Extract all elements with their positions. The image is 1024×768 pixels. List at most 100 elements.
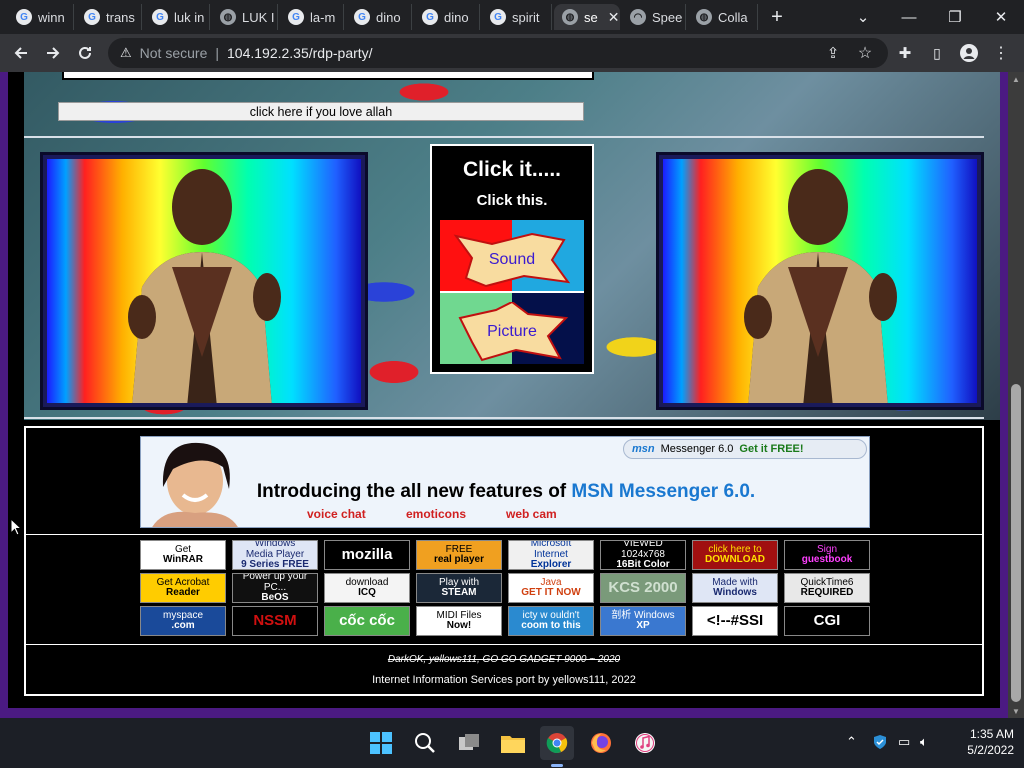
scroll-up-arrow-icon[interactable]: ▲ [1008, 72, 1024, 86]
tab-search-dropdown[interactable]: ⌄ [840, 0, 886, 34]
url-text[interactable]: 104.192.2.35/rdp-party/ [227, 45, 373, 61]
tab-label: luk in [174, 9, 205, 25]
windows-start-icon[interactable] [364, 726, 398, 760]
divider-top [24, 136, 984, 138]
web-badge[interactable]: FREE real player [416, 540, 502, 570]
web-badge[interactable]: <!--#SSI [692, 606, 778, 636]
web-badge[interactable]: myspace .com [140, 606, 226, 636]
badge-text: CGI [813, 612, 841, 630]
web-badge[interactable]: Get WinRAR [140, 540, 226, 570]
browser-tab[interactable]: ◍ Colla [688, 4, 758, 30]
security-shield-icon[interactable] [872, 734, 888, 753]
badge-text: XP [636, 620, 650, 631]
page-scrollbar[interactable]: ▲ ▼ [1008, 72, 1024, 718]
browser-tab[interactable]: ◠ Spee [622, 4, 686, 30]
web-badge[interactable]: Power up your PC... BeOS [232, 573, 318, 603]
web-badge[interactable]: MIDI Files Now! [416, 606, 502, 636]
browser-tab[interactable]: Gwinn [8, 4, 74, 30]
footer-divider-2 [26, 644, 982, 645]
browser-tab[interactable]: Gspirit [482, 4, 552, 30]
forward-button[interactable] [40, 40, 66, 66]
browser-tab[interactable]: Gla-m [280, 4, 344, 30]
browser-tab[interactable]: Gdino [346, 4, 412, 30]
bookmark-star-icon[interactable]: ☆ [852, 40, 878, 66]
credit-line-current: Internet Information Services port by ye… [372, 674, 636, 686]
web-badge[interactable]: Sign guestbook [784, 540, 870, 570]
browser-tab[interactable]: Gdino [414, 4, 480, 30]
taskbar-clock[interactable]: 1:35 AM 5/2/2022 [944, 726, 1014, 758]
task-view-icon[interactable] [452, 726, 486, 760]
msn-link-web-cam[interactable]: web cam [506, 507, 557, 521]
web-badge[interactable]: QuickTime6 REQUIRED [784, 573, 870, 603]
menu-kebab-icon[interactable]: ⋮ [988, 40, 1014, 66]
reload-icon [79, 46, 91, 59]
new-tab-button[interactable]: + [764, 4, 790, 30]
picture-label: Picture [487, 323, 537, 340]
scroll-thumb[interactable] [1011, 384, 1021, 702]
web-badge[interactable]: Java GET IT NOW [508, 573, 594, 603]
browser-tab[interactable]: ◍ se ✕ [554, 4, 620, 30]
sound-label: Sound [488, 251, 536, 268]
web-badge[interactable]: Get Acrobat Reader [140, 573, 226, 603]
browser-tab[interactable]: Gluk in [144, 4, 210, 30]
clock-date: 5/2/2022 [967, 743, 1014, 757]
file-explorer-icon[interactable] [496, 726, 530, 760]
scroll-down-arrow-icon[interactable]: ▼ [1008, 704, 1024, 718]
msn-product-label: Messenger 6.0 [660, 443, 734, 455]
browser-tab[interactable]: Gtrans [76, 4, 142, 30]
click-button-grid: Sound Picture [440, 220, 584, 364]
badge-text: real player [433, 554, 485, 565]
web-badge[interactable]: CGI [784, 606, 870, 636]
tab-label: la-m [310, 9, 336, 25]
divider-bottom [24, 417, 984, 419]
web-badge[interactable]: Microsoft Internet Explorer [508, 540, 594, 570]
web-badge[interactable]: Windows Media Player 9 Series FREE [232, 540, 318, 570]
msn-link-voice-chat[interactable]: voice chat [307, 507, 366, 521]
web-badge[interactable]: KCS 2000 [600, 573, 686, 603]
profile-avatar-icon[interactable] [956, 40, 982, 66]
web-badge[interactable]: icty w ouldn't coom to this [508, 606, 594, 636]
network-monitor-icon[interactable]: ▭ [898, 734, 910, 750]
tray-chevron-icon[interactable]: ⌃ [846, 734, 857, 750]
extensions-puzzle-icon[interactable]: ✚ [892, 40, 918, 66]
badge-text: DOWNLOAD [705, 554, 765, 565]
web-badge[interactable]: Play with STEAM [416, 573, 502, 603]
web-badge[interactable]: download ICQ [324, 573, 410, 603]
badge-text: Now! [446, 620, 472, 631]
web-badge[interactable]: mozilla [324, 540, 410, 570]
close-window-button[interactable]: ✕ [978, 0, 1024, 34]
web-badge[interactable]: click here to DOWNLOAD [692, 540, 778, 570]
web-badge[interactable]: 剖析 Windows XP [600, 606, 686, 636]
firefox-icon[interactable] [584, 726, 618, 760]
back-button[interactable] [8, 40, 34, 66]
browser-toolbar: ⚠ Not secure | 104.192.2.35/rdp-party/ ⇪… [0, 34, 1024, 72]
security-label[interactable]: Not secure [140, 45, 208, 61]
minimize-button[interactable]: — [886, 0, 932, 34]
volume-icon[interactable]: 🔈︎ [920, 734, 928, 750]
itunes-icon[interactable] [628, 726, 662, 760]
badge-text: ICQ [358, 587, 376, 598]
web-badge[interactable]: NSSM [232, 606, 318, 636]
address-bar[interactable]: ⚠ Not secure | 104.192.2.35/rdp-party/ [108, 38, 888, 68]
restore-button[interactable]: ❐ [932, 0, 978, 34]
sound-button[interactable]: Sound [452, 230, 572, 290]
msn-link-emoticons[interactable]: emoticons [406, 507, 466, 521]
web-badge[interactable]: cốc cốc [324, 606, 410, 636]
picture-button[interactable]: Picture [452, 302, 572, 362]
reload-button[interactable] [72, 40, 98, 66]
web-badge[interactable]: Made with Windows [692, 573, 778, 603]
badge-text: 16Bit Color [616, 559, 670, 570]
warning-icon: ⚠ [120, 45, 132, 60]
search-icon[interactable] [408, 726, 442, 760]
side-panel-icon[interactable]: ▯ [924, 40, 950, 66]
love-allah-button[interactable]: click here if you love allah [58, 102, 584, 121]
msn-messenger-banner[interactable]: msn Messenger 6.0 Get it FREE! Introduci… [140, 436, 870, 528]
web-badge[interactable]: VIEWED 1024x768 16Bit Color [600, 540, 686, 570]
tab-close-icon[interactable]: ✕ [608, 9, 620, 26]
badge-text: BeOS [261, 592, 289, 603]
browser-tab[interactable]: ◍ LUK I [212, 4, 278, 30]
share-icon[interactable]: ⇪ [820, 40, 846, 66]
msn-headline: Introducing the all new features of MSN … [141, 481, 869, 503]
chrome-icon[interactable] [540, 726, 574, 760]
google-icon: G [422, 9, 438, 25]
